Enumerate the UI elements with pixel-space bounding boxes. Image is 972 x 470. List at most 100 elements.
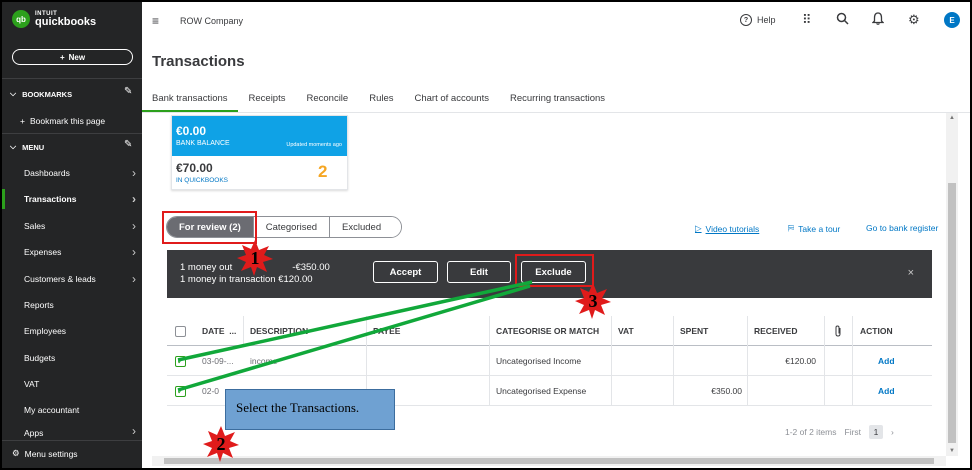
chevron-right-icon: › xyxy=(132,426,136,438)
page-title: Transactions xyxy=(152,53,245,70)
sidebar-item-dashboards[interactable]: Dashboards › xyxy=(2,163,142,183)
table-header: DATE ... DESCRIPTION PAYEE CATEGORISE OR… xyxy=(167,316,932,346)
plus-icon: + xyxy=(20,116,25,126)
row-date: 02-0 xyxy=(202,386,220,396)
pagination-range: 1-2 of 2 items xyxy=(785,427,837,437)
row-description: income xyxy=(250,356,278,366)
table-row[interactable]: ✓ 03-09-... income Uncategorised Income … xyxy=(167,346,932,376)
chevron-right-icon: › xyxy=(132,245,136,259)
chevron-right-icon: › xyxy=(132,192,136,206)
divider xyxy=(2,133,142,134)
plus-icon: + xyxy=(59,52,65,62)
chevron-right-icon: › xyxy=(132,219,136,233)
step-badge-2: 2 xyxy=(203,426,239,462)
sidebar-item-my-accountant[interactable]: My accountant xyxy=(2,400,142,420)
row-category[interactable]: Uncategorised Expense xyxy=(490,376,586,406)
company-name: ROW Company xyxy=(180,16,244,26)
column-payee[interactable]: PAYEE xyxy=(367,316,400,346)
bookmarks-section[interactable]: ⌵ BOOKMARKS xyxy=(10,89,72,99)
pencil-icon[interactable]: ✎ xyxy=(124,139,132,150)
edit-button[interactable]: Edit xyxy=(447,261,511,283)
search-icon[interactable] xyxy=(836,12,849,28)
row-payee[interactable] xyxy=(367,346,373,376)
menu-section[interactable]: ⌵ MENU xyxy=(10,142,44,152)
tab-reconcile[interactable]: Reconcile xyxy=(306,88,348,112)
sidebar-item-customers[interactable]: Customers & leads › xyxy=(2,269,142,289)
menu-icon[interactable]: ≡ xyxy=(152,14,159,28)
row-date: 03-09-... xyxy=(202,356,234,366)
instruction-callout: Select the Transactions. xyxy=(225,389,395,430)
row-received xyxy=(748,376,822,406)
horizontal-scrollbar[interactable] xyxy=(152,456,946,466)
divider xyxy=(2,440,142,441)
help-button[interactable]: ? Help xyxy=(740,14,776,26)
step-badge-3: 3 xyxy=(575,283,611,319)
column-category[interactable]: CATEGORISE OR MATCH xyxy=(490,316,599,346)
tab-rules[interactable]: Rules xyxy=(369,88,393,112)
go-to-bank-register-link[interactable]: Go to bank register xyxy=(866,223,938,233)
first-page-button[interactable]: First xyxy=(845,427,862,437)
help-icon: ? xyxy=(740,14,752,26)
avatar[interactable]: E xyxy=(944,12,960,28)
top-bar: ≡ ROW Company ? Help ⠿ ⚙ E xyxy=(142,2,970,40)
column-spent[interactable]: SPENT xyxy=(674,316,708,346)
row-category[interactable]: Uncategorised Income xyxy=(490,346,581,376)
pencil-icon[interactable]: ✎ xyxy=(124,86,132,97)
add-button[interactable]: Add xyxy=(872,346,895,376)
sidebar-item-expenses[interactable]: Expenses › xyxy=(2,242,142,262)
paperclip-icon xyxy=(828,316,842,346)
close-icon[interactable]: × xyxy=(908,267,914,279)
sidebar-item-transactions[interactable]: Transactions › xyxy=(2,189,142,209)
chevron-right-icon: › xyxy=(132,166,136,180)
video-tutorials-link[interactable]: ▷ Video tutorials xyxy=(695,223,759,234)
column-received[interactable]: RECEIVED xyxy=(748,316,797,346)
step-badge-1: 1 xyxy=(237,240,273,276)
sidebar: qb INTUIT quickbooks + New ⌵ BOOKMARKS ✎ +… xyxy=(2,2,142,468)
vertical-scrollbar[interactable]: ▲ ▼ xyxy=(946,113,958,456)
tab-categorised[interactable]: Categorised xyxy=(253,217,331,237)
row-checkbox[interactable]: ✓ xyxy=(175,355,186,367)
row-spent: €350.00 xyxy=(711,386,742,396)
tab-chart-of-accounts[interactable]: Chart of accounts xyxy=(415,88,489,112)
sidebar-item-reports[interactable]: Reports xyxy=(2,295,142,315)
updated-label: Updated moments ago xyxy=(286,142,342,148)
tab-recurring-transactions[interactable]: Recurring transactions xyxy=(510,88,605,112)
sidebar-item-budgets[interactable]: Budgets xyxy=(2,348,142,368)
sidebar-item-apps[interactable]: Apps › xyxy=(2,426,142,438)
sidebar-item-vat[interactable]: VAT xyxy=(2,374,142,394)
new-button[interactable]: + New xyxy=(12,49,133,65)
menu-settings[interactable]: ⚙ Menu settings xyxy=(12,448,78,459)
qb-logo-icon: qb xyxy=(12,10,30,28)
chevron-right-icon[interactable]: › xyxy=(891,427,894,437)
apps-grid-icon[interactable]: ⠿ xyxy=(802,12,812,28)
tab-bank-transactions[interactable]: Bank transactions xyxy=(142,88,238,112)
gear-icon[interactable]: ⚙ xyxy=(908,12,920,28)
bank-balance-amount: €0.00 xyxy=(176,124,207,138)
add-button[interactable]: Add xyxy=(872,376,895,406)
bank-account-card[interactable]: €0.00 BANK BALANCE Updated moments ago €… xyxy=(171,115,348,190)
play-icon: ▷ xyxy=(695,223,702,233)
tab-receipts[interactable]: Receipts xyxy=(249,88,286,112)
bookmark-this-page[interactable]: + Bookmark this page xyxy=(20,116,105,126)
column-vat[interactable]: VAT xyxy=(612,316,634,346)
column-description[interactable]: DESCRIPTION xyxy=(244,316,308,346)
accept-button[interactable]: Accept xyxy=(373,261,438,283)
bell-icon[interactable] xyxy=(871,12,885,28)
sidebar-item-sales[interactable]: Sales › xyxy=(2,216,142,236)
row-checkbox[interactable]: ✓ xyxy=(175,385,186,397)
page-number[interactable]: 1 xyxy=(869,425,884,439)
column-date[interactable]: DATE ... xyxy=(196,316,236,346)
column-action: ACTION xyxy=(860,326,893,336)
quickbooks-logo[interactable]: qb INTUIT quickbooks xyxy=(12,10,96,28)
signpost-icon: ⛿ xyxy=(788,223,795,233)
sidebar-item-employees[interactable]: Employees xyxy=(2,321,142,341)
tabs-divider xyxy=(142,112,970,113)
tab-excluded[interactable]: Excluded xyxy=(330,217,402,237)
divider xyxy=(2,78,142,79)
pagination: 1-2 of 2 items First 1 › xyxy=(785,425,894,439)
logo-line2: quickbooks xyxy=(35,15,97,28)
chevron-down-icon: ⌵ xyxy=(10,89,17,98)
row-vat xyxy=(612,376,618,406)
select-all-checkbox[interactable] xyxy=(175,325,186,337)
take-a-tour-link[interactable]: ⛿ Take a tour xyxy=(788,223,840,234)
